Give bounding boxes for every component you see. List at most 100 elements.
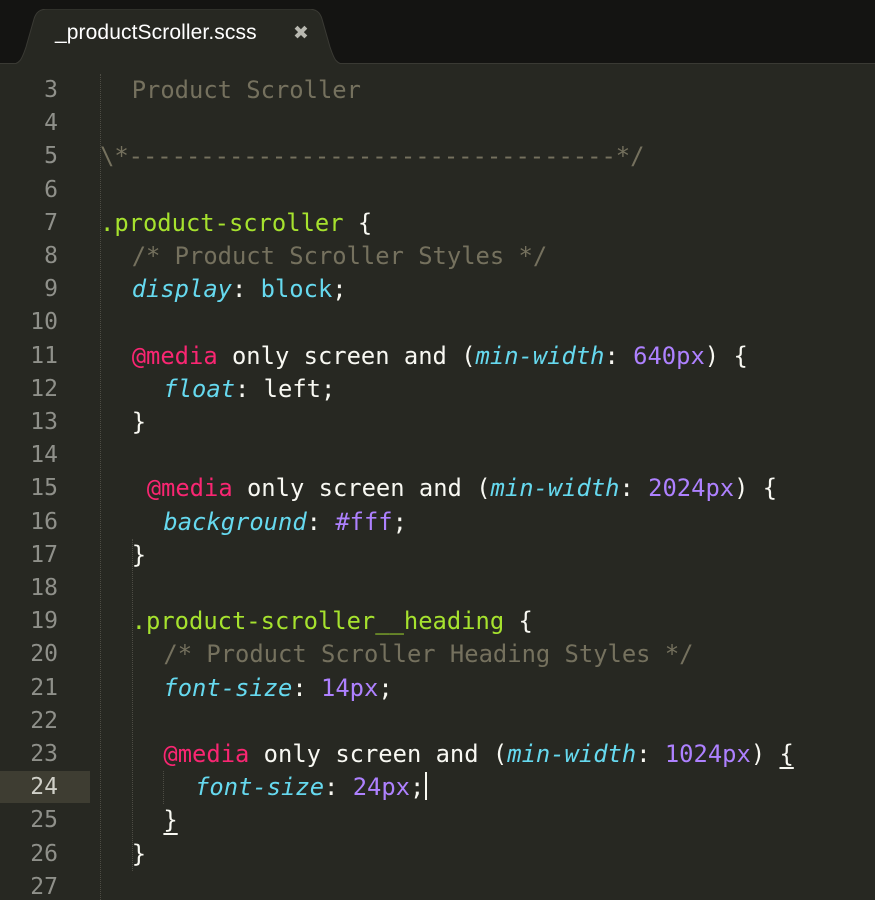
code-line[interactable]: 24 font-size: 24px; <box>0 771 875 804</box>
code-line[interactable]: 17} <box>0 539 875 572</box>
token-plain: : <box>636 740 665 768</box>
line-number: 27 <box>30 873 58 900</box>
line-number: 21 <box>30 674 58 701</box>
token-plain: only screen and ( <box>217 341 476 370</box>
code-text: Product Scroller <box>132 74 361 107</box>
code-line[interactable]: 7 .product-scroller { <box>0 207 875 240</box>
token-prop: min-width <box>507 740 637 768</box>
line-number: 14 <box>30 442 58 469</box>
code-line[interactable]: 3 Product Scroller <box>0 74 875 107</box>
code-text: \*----------------------------------*/ <box>100 140 644 173</box>
token-prop: background <box>163 507 307 536</box>
code-text: @media only screen and (min-width: 640px… <box>132 340 748 373</box>
code-line[interactable]: 13} <box>0 406 875 439</box>
line-number: 19 <box>30 608 58 635</box>
line-number: 8 <box>44 243 58 269</box>
code-line[interactable]: 11 @media only screen and (min-width: 640… <box>0 340 875 373</box>
token-plain: ; <box>392 507 407 536</box>
token-plain: } <box>131 540 147 569</box>
line-number: 5 <box>44 143 58 170</box>
token-comment: Product Scroller <box>131 76 361 104</box>
token-prop: display <box>131 275 232 304</box>
code-line[interactable]: 18 <box>0 572 875 605</box>
code-text: float: left; <box>163 373 335 406</box>
close-icon[interactable]: ✖ <box>293 23 309 43</box>
code-line[interactable]: 8 /* Product Scroller Styles */ <box>0 240 875 273</box>
line-number: 26 <box>30 840 58 867</box>
token-num: #fff <box>335 507 393 536</box>
code-line[interactable]: 20 /* Product Scroller Heading Styles */ <box>0 638 875 671</box>
token-kw: @media <box>131 341 218 370</box>
tab-active-file[interactable]: _productScroller.scss ✖ <box>8 9 348 65</box>
line-number: 18 <box>30 575 58 601</box>
line-number: 15 <box>30 475 58 502</box>
line-number: 11 <box>30 342 58 369</box>
token-plain: ; <box>332 275 347 304</box>
code-line[interactable]: 15 @media only screen and (min-width: 202… <box>0 472 875 505</box>
code-line[interactable]: 5 \*----------------------------------*/ <box>0 140 875 173</box>
token-kw: @media <box>163 740 250 768</box>
tab-title: _productScroller.scss <box>55 21 257 44</box>
code-line[interactable]: 6 <box>0 174 875 207</box>
code-text: } <box>132 406 146 439</box>
line-number: 4 <box>44 110 58 137</box>
code-text: @media only screen and (min-width: 1024p… <box>163 738 793 771</box>
token-prop: font-size <box>195 773 325 802</box>
code-editor[interactable]: 3 Product Scroller 4 5 \*-------------------… <box>0 64 875 900</box>
token-plain: ) <box>750 740 780 768</box>
token-num: 2024px <box>648 474 735 503</box>
code-line[interactable]: 10 <box>0 306 875 339</box>
token-num: 24px <box>352 773 411 802</box>
line-number: 12 <box>30 375 58 402</box>
code-line[interactable]: 22 <box>0 705 875 738</box>
line-number: 16 <box>30 508 58 535</box>
code-text: display: block; <box>132 273 347 306</box>
token-comment: /* Product Scroller Styles */ <box>131 242 548 270</box>
token-selector: .product-scroller__heading <box>131 607 505 636</box>
token-num: 640px <box>633 341 705 370</box>
token-selector: .product-scroller <box>100 208 344 237</box>
code-line[interactable]: 25} <box>0 804 875 837</box>
token-plain: ; <box>410 773 425 802</box>
code-text: @media only screen and (min-width: 2024p… <box>147 472 777 505</box>
token-plain: { <box>343 208 373 237</box>
token-prop: min-width <box>490 474 620 503</box>
token-kw: @media <box>146 474 233 503</box>
token-plain: } <box>131 839 147 868</box>
code-line[interactable]: 27 <box>0 871 875 900</box>
code-line[interactable]: 16 background: #fff; <box>0 506 875 539</box>
code-line[interactable]: 26} <box>0 838 875 871</box>
token-plain: : left; <box>235 374 336 403</box>
token-val: block <box>260 275 333 304</box>
token-plain: : <box>604 341 634 370</box>
code-line[interactable]: 19 .product-scroller__heading { <box>0 605 875 638</box>
code-line[interactable]: 12 float: left; <box>0 373 875 406</box>
line-number: 22 <box>30 707 58 734</box>
token-plain: : <box>324 773 353 802</box>
code-line[interactable]: 21 font-size: 14px; <box>0 672 875 705</box>
line-number: 20 <box>30 641 58 668</box>
code-line[interactable]: 4 <box>0 107 875 140</box>
token-prop: float <box>163 374 236 403</box>
token-plain: ; <box>378 673 393 702</box>
line-number: 6 <box>44 176 58 203</box>
tab-bar: _productScroller.scss ✖ <box>0 0 875 65</box>
token-comment: /* Product Scroller Heading Styles */ <box>163 640 694 669</box>
token-plain: : <box>619 474 649 503</box>
line-number: 25 <box>30 807 58 834</box>
line-number: 7 <box>44 209 58 236</box>
code-line[interactable]: 9 display: block; <box>0 273 875 306</box>
token-num: 1024px <box>664 740 751 768</box>
code-text: font-size: 24px; <box>195 771 428 804</box>
code-text: } <box>163 804 177 837</box>
line-number: 9 <box>44 276 58 303</box>
code-text: background: #fff; <box>163 506 407 539</box>
code-text: } <box>132 539 146 572</box>
token-plain: { <box>504 607 533 636</box>
code-line[interactable]: 14 <box>0 439 875 472</box>
text-cursor <box>425 772 428 801</box>
code-text: .product-scroller__heading { <box>132 605 533 638</box>
token-prop: font-size <box>163 673 293 702</box>
code-line[interactable]: 23 @media only screen and (min-width: 102… <box>0 738 875 771</box>
token-plain: : <box>306 507 336 536</box>
